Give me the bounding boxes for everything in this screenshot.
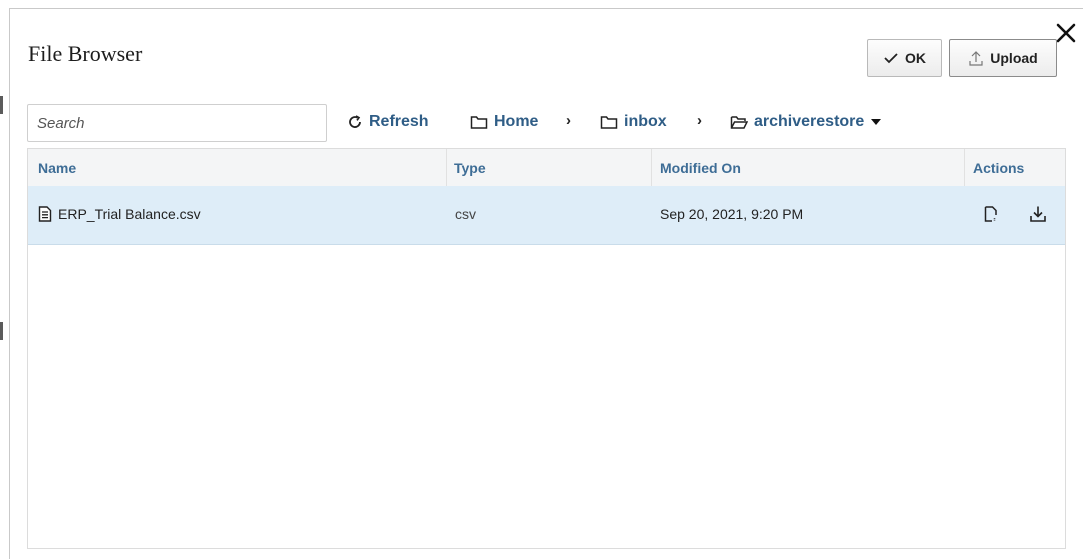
upload-button-label: Upload: [990, 50, 1038, 66]
column-header-name[interactable]: Name: [38, 160, 76, 176]
file-name: ERP_Trial Balance.csv: [58, 206, 201, 222]
upload-button[interactable]: Upload: [949, 39, 1057, 77]
refresh-button[interactable]: Refresh: [347, 113, 429, 131]
download-icon: [1030, 206, 1046, 222]
breadcrumb-item-inbox[interactable]: inbox: [600, 113, 667, 131]
ok-button-label: OK: [905, 50, 926, 66]
upload-icon: [969, 51, 983, 66]
search-input[interactable]: [27, 104, 327, 142]
column-header-actions: Actions: [973, 160, 1025, 176]
column-divider: [964, 149, 965, 186]
checkmark-icon: [884, 53, 898, 64]
column-header-type[interactable]: Type: [454, 160, 486, 176]
table-row[interactable]: ERP_Trial Balance.csv csv Sep 20, 2021, …: [28, 186, 1065, 245]
caret-down-icon[interactable]: [870, 117, 882, 127]
column-header-modified[interactable]: Modified On: [660, 160, 741, 176]
download-button[interactable]: [1026, 202, 1050, 226]
file-icon: [38, 206, 52, 222]
dialog-title: File Browser: [28, 41, 143, 66]
table-header: Name Type Modified On Actions: [28, 149, 1065, 187]
breadcrumb-item-archiverestore[interactable]: archiverestore: [730, 113, 882, 131]
chevron-right-icon: ›: [697, 112, 702, 129]
breadcrumb-item-home[interactable]: Home: [470, 113, 538, 131]
folder-icon: [470, 116, 488, 129]
refresh-label: Refresh: [369, 113, 429, 130]
view-file-button[interactable]: [979, 202, 1003, 226]
ok-button[interactable]: OK: [867, 39, 942, 77]
chevron-right-icon: ›: [566, 112, 571, 129]
breadcrumb-label: Home: [494, 113, 539, 130]
folder-icon: [600, 116, 618, 129]
file-type-cell: csv: [455, 206, 476, 222]
edge-mark: [0, 96, 3, 114]
folder-open-icon: [730, 116, 748, 129]
breadcrumb-label: inbox: [624, 113, 667, 130]
breadcrumb-label: archiverestore: [754, 113, 865, 130]
file-name-cell: ERP_Trial Balance.csv: [38, 206, 201, 222]
file-table: Name Type Modified On Actions ERP_Trial …: [27, 148, 1066, 549]
file-browser-dialog: File Browser OK Upload Refresh Home: [9, 8, 1083, 559]
column-divider: [446, 149, 447, 186]
file-modified-cell: Sep 20, 2021, 9:20 PM: [660, 206, 804, 222]
edge-mark: [0, 322, 3, 340]
refresh-icon: [349, 115, 361, 128]
view-file-icon: [984, 206, 997, 222]
column-divider: [651, 149, 652, 186]
